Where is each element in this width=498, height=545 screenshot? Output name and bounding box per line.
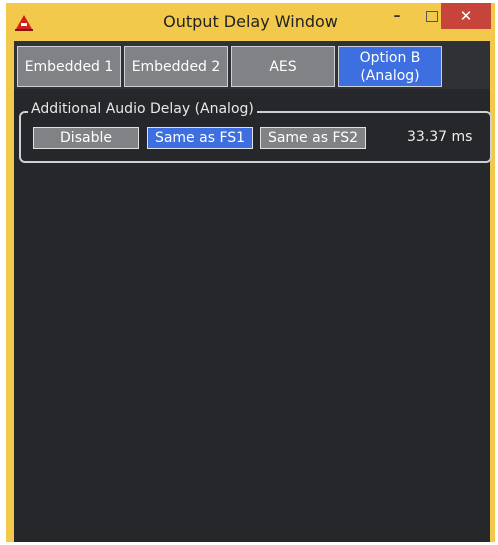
tab-bar: Embedded 1 Embedded 2 AES Option B (Anal… [14, 41, 490, 89]
disable-button[interactable]: Disable [33, 127, 139, 149]
same-as-fs2-button[interactable]: Same as FS2 [260, 127, 366, 149]
output-delay-window: Output Delay Window – ✕ Embedded 1 Embed… [6, 3, 495, 542]
same-as-fs1-button[interactable]: Same as FS1 [147, 127, 253, 149]
title-bar[interactable]: Output Delay Window – ✕ [6, 3, 495, 41]
close-icon: ✕ [459, 7, 473, 25]
app-logo-icon [13, 11, 35, 33]
audio-delay-group-label: Additional Audio Delay (Analog) [28, 101, 257, 117]
tab-embedded-1[interactable]: Embedded 1 [17, 46, 121, 87]
minimize-button[interactable]: – [377, 3, 417, 29]
tab-aes[interactable]: AES [231, 46, 335, 87]
delay-value: 33.37 ms [407, 129, 473, 145]
tab-option-b-analog[interactable]: Option B (Analog) [338, 46, 442, 87]
tab-embedded-2[interactable]: Embedded 2 [124, 46, 228, 87]
close-button[interactable]: ✕ [441, 3, 491, 29]
minimize-icon: – [393, 8, 401, 24]
maximize-icon [426, 10, 438, 22]
window-content: Embedded 1 Embedded 2 AES Option B (Anal… [14, 41, 492, 542]
